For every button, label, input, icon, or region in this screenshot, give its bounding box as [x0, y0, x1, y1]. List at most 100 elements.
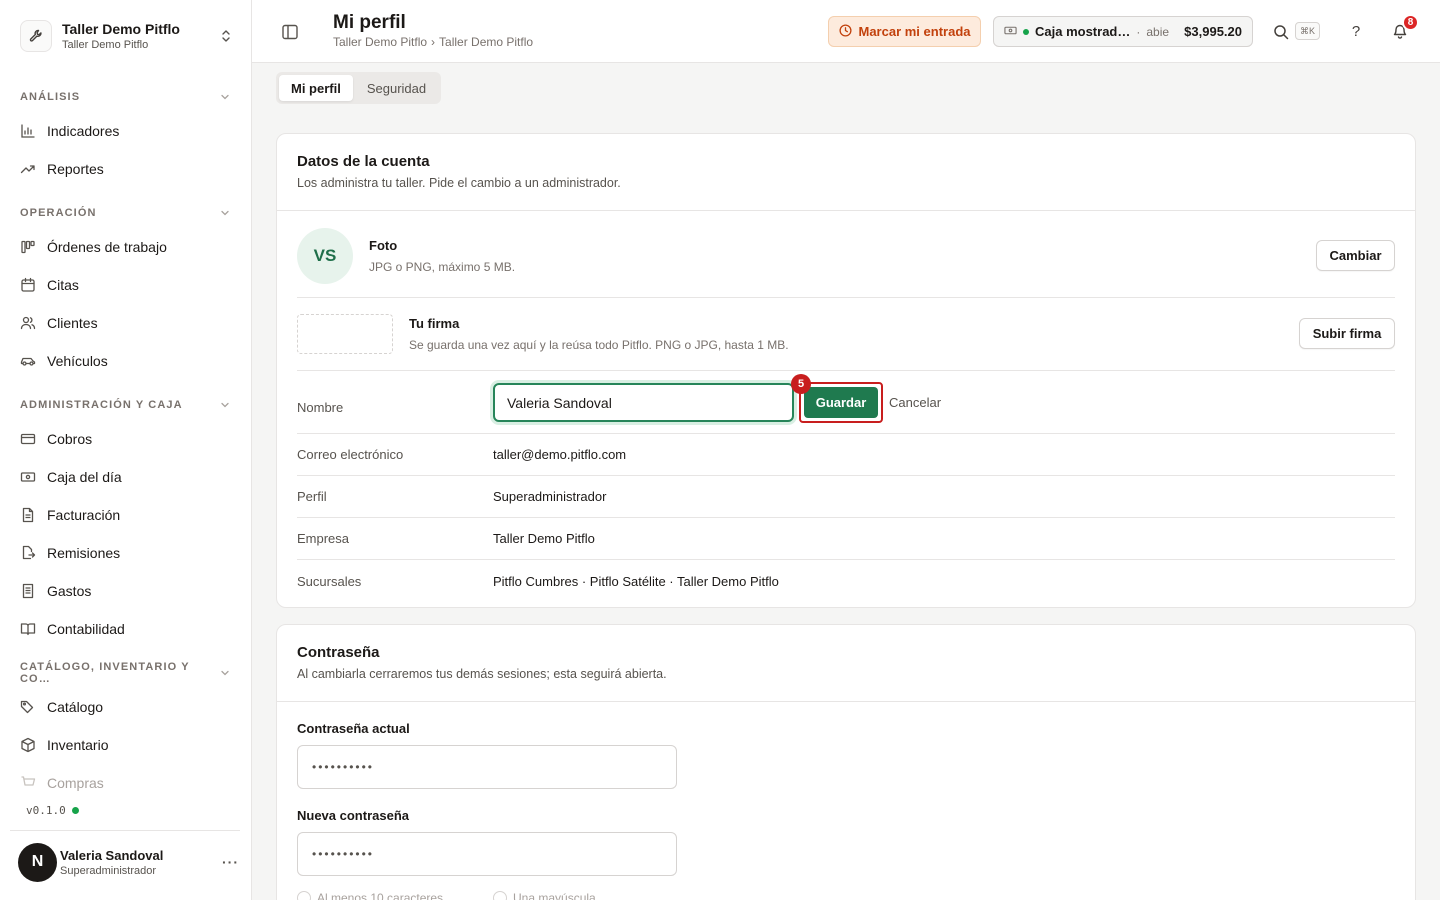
sidebar-item-catalogo[interactable]: Catálogo	[12, 691, 240, 723]
sidebar-item-clientes[interactable]: Clientes	[12, 307, 240, 339]
card-description: Los administra tu taller. Pide el cambio…	[297, 176, 621, 190]
sidebar-item-label: Reportes	[47, 161, 104, 177]
sidebar-item-label: Contabilidad	[47, 621, 125, 637]
breadcrumb: Taller Demo Pitflo › Taller Demo Pitflo	[333, 35, 533, 49]
sidebar-item-label: Citas	[47, 277, 79, 293]
divider	[10, 830, 240, 831]
top-header: Mi perfil Taller Demo Pitflo › Taller De…	[252, 0, 1440, 63]
signature-description: Se guarda una vez aquí y la reúsa todo P…	[409, 338, 789, 352]
receipt-icon	[20, 583, 36, 599]
company-row: Empresa Taller Demo Pitflo	[297, 518, 1395, 560]
sidebar-item-label: Inventario	[47, 737, 109, 753]
password-card: Contraseña Al cambiarla cerraremos tus d…	[276, 624, 1416, 900]
section-analisis[interactable]: ANÁLISIS	[20, 89, 232, 105]
breadcrumb-separator: ›	[431, 35, 436, 49]
sidebar: Taller Demo Pitflo Taller Demo Pitflo AN…	[0, 0, 252, 900]
user-name: Valeria Sandoval	[60, 847, 164, 863]
check-in-button[interactable]: Marcar mi entrada	[828, 16, 981, 47]
sidebar-item-citas[interactable]: Citas	[12, 269, 240, 301]
user-menu[interactable]: N Valeria Sandoval Superadministrador ··…	[18, 842, 238, 882]
sidebar-item-indicadores[interactable]: Indicadores	[12, 115, 240, 147]
new-password-label: Nueva contraseña	[297, 808, 409, 823]
sidebar-item-cobros[interactable]: Cobros	[12, 423, 240, 455]
check-in-label: Marcar mi entrada	[858, 24, 971, 39]
section-title: ADMINISTRACIÓN Y CAJA	[20, 399, 183, 411]
bar-chart-icon	[20, 123, 36, 139]
tab-mi-perfil[interactable]: Mi perfil	[279, 75, 353, 101]
banknote-icon	[1004, 24, 1017, 40]
signature-row: Tu firma Se guarda una vez aquí y la reú…	[297, 298, 1395, 371]
workspace-switcher[interactable]: Taller Demo Pitflo Taller Demo Pitflo	[20, 18, 234, 54]
change-photo-button[interactable]: Cambiar	[1316, 240, 1395, 271]
card-description: Al cambiarla cerraremos tus demás sesion…	[297, 667, 667, 681]
company-value: Taller Demo Pitflo	[493, 531, 595, 546]
breadcrumb-item: Taller Demo Pitflo	[439, 35, 534, 49]
email-value: taller@demo.pitflo.com	[493, 447, 627, 462]
clock-icon	[838, 23, 852, 40]
sidebar-item-label: Gastos	[47, 583, 92, 599]
signature-preview[interactable]	[297, 314, 393, 354]
sidebar-toggle-icon[interactable]	[280, 22, 300, 42]
chevron-down-icon	[218, 666, 232, 680]
upload-signature-button[interactable]: Subir firma	[1299, 318, 1395, 349]
sidebar-item-ordenes[interactable]: Órdenes de trabajo	[12, 231, 240, 263]
photo-title: Foto	[369, 238, 398, 253]
section-administracion[interactable]: ADMINISTRACIÓN Y CAJA	[20, 397, 232, 413]
shortcut-hint: ⌘K	[1295, 22, 1320, 40]
chevron-down-icon	[218, 90, 232, 104]
file-text-icon	[20, 507, 36, 523]
sidebar-item-inventario[interactable]: Inventario	[12, 729, 240, 761]
photo-description: JPG o PNG, máximo 5 MB.	[369, 260, 516, 274]
cart-icon	[20, 775, 36, 791]
avatar: N	[18, 842, 57, 882]
cash-register-status: abie	[1146, 24, 1170, 39]
sidebar-item-label: Órdenes de trabajo	[47, 239, 167, 255]
save-button[interactable]: Guardar	[804, 387, 878, 418]
current-password-label: Contraseña actual	[297, 721, 410, 736]
sidebar-item-facturacion[interactable]: Facturación	[12, 499, 240, 531]
search-icon[interactable]	[1272, 23, 1290, 41]
cash-register-button[interactable]: Caja mostrad… · abie $3,995.20	[993, 16, 1253, 47]
step-badge: 5	[791, 374, 811, 394]
section-operacion[interactable]: OPERACIÓN	[20, 205, 232, 221]
chevrons-up-down-icon	[218, 29, 234, 43]
circle-icon	[493, 891, 507, 900]
page-title: Mi perfil	[333, 12, 406, 33]
workspace-name: Taller Demo Pitflo	[62, 21, 180, 37]
status-dot	[71, 807, 79, 814]
sidebar-item-reportes[interactable]: Reportes	[12, 153, 240, 185]
help-icon[interactable]: ?	[1348, 22, 1364, 40]
banknote-icon	[20, 469, 36, 485]
sidebar-item-gastos[interactable]: Gastos	[12, 575, 240, 607]
more-options-icon[interactable]: ···	[222, 854, 238, 870]
sidebar-item-vehiculos[interactable]: Vehículos	[12, 345, 240, 377]
field-label: Empresa	[297, 531, 350, 546]
tags-icon	[20, 699, 36, 715]
account-card: Datos de la cuenta Los administra tu tal…	[276, 133, 1416, 608]
sidebar-item-caja[interactable]: Caja del día	[12, 461, 240, 493]
sidebar-item-compras[interactable]: Compras	[12, 767, 240, 799]
requirement-label: Una mayúscula	[513, 891, 596, 900]
main-content: Mi perfil Seguridad Datos de la cuenta L…	[252, 63, 1440, 900]
car-icon	[20, 353, 36, 369]
branches-row: Sucursales Pitflo Cumbres · Pitflo Satél…	[297, 560, 1395, 602]
field-label: Nombre	[297, 400, 344, 415]
package-icon	[20, 737, 36, 753]
sidebar-item-label: Clientes	[47, 315, 98, 331]
cash-register-amount: $3,995.20	[1184, 24, 1242, 39]
cancel-button[interactable]: Cancelar	[889, 395, 941, 410]
breadcrumb-item[interactable]: Taller Demo Pitflo	[333, 35, 427, 49]
trending-up-icon	[20, 161, 36, 177]
credit-card-icon	[20, 431, 36, 447]
workspace-subtitle: Taller Demo Pitflo	[62, 39, 149, 51]
name-input[interactable]: Valeria Sandoval	[493, 383, 794, 422]
section-catalogo[interactable]: CATÁLOGO, INVENTARIO Y CO…	[20, 661, 232, 685]
sidebar-item-label: Caja del día	[47, 469, 122, 485]
sidebar-item-remisiones[interactable]: Remisiones	[12, 537, 240, 569]
new-password-input[interactable]: ••••••••••	[297, 832, 677, 876]
tab-seguridad[interactable]: Seguridad	[355, 75, 438, 101]
sidebar-item-contabilidad[interactable]: Contabilidad	[12, 613, 240, 645]
field-label: Correo electrónico	[297, 447, 404, 462]
current-password-input[interactable]: ••••••••••	[297, 745, 677, 789]
calendar-icon	[20, 277, 36, 293]
